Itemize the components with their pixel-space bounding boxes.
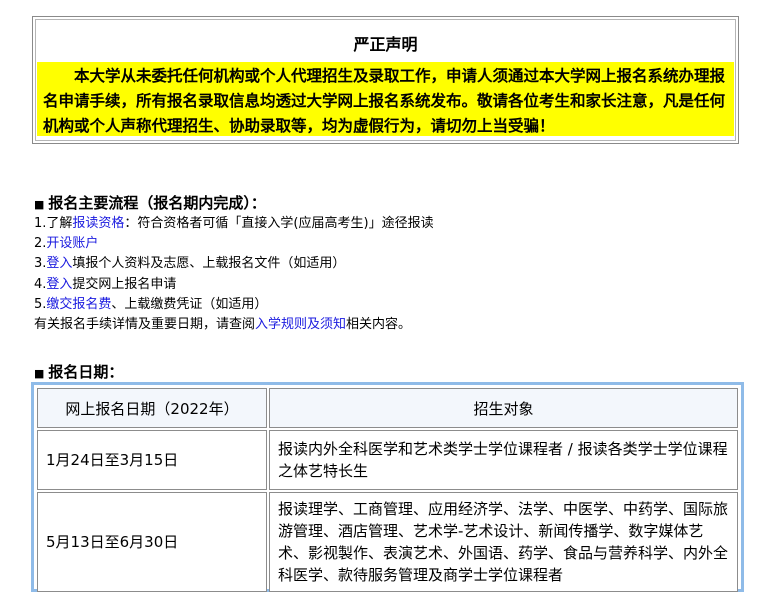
note-prefix: 有关报名手续详情及重要日期，请查阅 bbox=[34, 317, 256, 333]
notice-inner: 严正声明 本大学从未委托任何机构或个人代理招生及录取工作，申请人须通过本大学网上… bbox=[35, 19, 736, 141]
header-target: 招生对象 bbox=[269, 388, 738, 428]
step-4-prefix: 4. bbox=[34, 276, 47, 292]
row-1-date: 1月24日至3月15日 bbox=[37, 430, 267, 490]
step-2-prefix: 2. bbox=[34, 236, 47, 252]
note-suffix: 相关内容。 bbox=[346, 317, 412, 333]
dates-table-frame: 网上报名日期（2022年） 招生对象 1月24日至3月15日 报读内外全科医学和… bbox=[31, 382, 744, 592]
table-header-row: 网上报名日期（2022年） 招生对象 bbox=[37, 388, 738, 428]
step-5-text: 、上载缴费凭证（如适用） bbox=[111, 296, 268, 312]
header-date: 网上报名日期（2022年） bbox=[37, 388, 267, 428]
step-1-text: ：符合资格者可循「直接入学(应届高考生)」途径报读 bbox=[124, 216, 434, 231]
step-2: 2.开设账户 bbox=[34, 234, 434, 254]
step-3-prefix: 3. bbox=[34, 256, 47, 272]
process-title: 报名主要流程（报名期内完成）： bbox=[48, 194, 266, 212]
bullet-square-icon: ■ bbox=[34, 367, 45, 380]
table-row: 1月24日至3月15日 报读内外全科医学和艺术类学士学位课程者 / 报读各类学士… bbox=[37, 430, 738, 490]
admission-rules-link[interactable]: 入学规则及须知 bbox=[255, 317, 346, 332]
step-4-text: 提交网上报名申请 bbox=[72, 276, 177, 292]
row-2-date: 5月13日至6月30日 bbox=[37, 492, 267, 592]
pay-fee-link[interactable]: 缴交报名费 bbox=[46, 297, 111, 312]
step-3-text: 填报个人资料及志愿、上载报名文件（如适用） bbox=[72, 256, 346, 272]
step-5: 5.缴交报名费、上载缴费凭证（如适用） bbox=[34, 295, 434, 315]
dates-title: 报名日期： bbox=[48, 363, 124, 381]
login-link-1[interactable]: 登入 bbox=[46, 256, 72, 271]
login-link-2[interactable]: 登入 bbox=[46, 277, 72, 292]
notice-title: 严正声明 bbox=[353, 35, 418, 54]
bullet-square-icon: ■ bbox=[34, 198, 45, 211]
dates-heading: ■ 报名日期： bbox=[34, 361, 123, 382]
step-1-prefix: 1.了解 bbox=[34, 216, 73, 231]
table-row: 5月13日至6月30日 报读理学、工商管理、应用经济学、法学、中医学、中药学、国… bbox=[37, 492, 738, 592]
step-4: 4.登入提交网上报名申请 bbox=[34, 275, 434, 295]
notice-box: 严正声明 本大学从未委托任何机构或个人代理招生及录取工作，申请人须通过本大学网上… bbox=[32, 16, 739, 144]
step-3: 3.登入填报个人资料及志愿、上载报名文件（如适用） bbox=[34, 254, 434, 274]
row-1-target: 报读内外全科医学和艺术类学士学位课程者 / 报读各类学士学位课程之体艺特长生 bbox=[269, 430, 738, 490]
row-2-target: 报读理学、工商管理、应用经济学、法学、中医学、中药学、国际旅游管理、酒店管理、艺… bbox=[269, 492, 738, 592]
eligibility-link[interactable]: 报读资格 bbox=[72, 216, 124, 231]
step-1: 1.了解报读资格：符合资格者可循「直接入学(应届高考生)」途径报读 bbox=[34, 214, 434, 234]
process-note: 有关报名手续详情及重要日期，请查阅入学规则及须知相关内容。 bbox=[34, 315, 434, 335]
create-account-link[interactable]: 开设账户 bbox=[46, 236, 98, 251]
step-5-prefix: 5. bbox=[34, 296, 47, 312]
notice-body: 本大学从未委托任何机构或个人代理招生及录取工作，申请人须通过本大学网上报名系统办… bbox=[37, 62, 734, 136]
process-steps: 1.了解报读资格：符合资格者可循「直接入学(应届高考生)」途径报读 2.开设账户… bbox=[34, 214, 434, 335]
dates-table: 网上报名日期（2022年） 招生对象 1月24日至3月15日 报读内外全科医学和… bbox=[35, 386, 740, 594]
process-heading: ■ 报名主要流程（报名期内完成）： bbox=[34, 192, 266, 213]
